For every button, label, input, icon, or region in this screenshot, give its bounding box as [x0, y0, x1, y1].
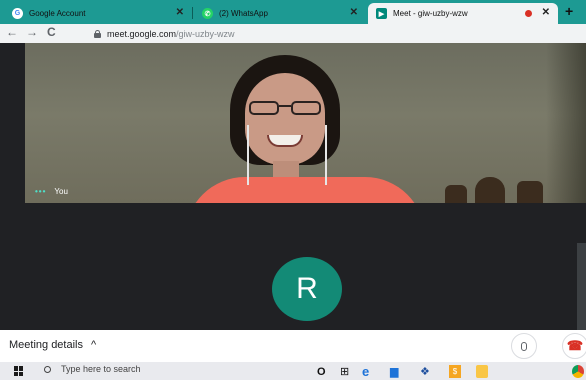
windows-start-icon[interactable]: [14, 366, 24, 376]
tab-google-account[interactable]: G Google Account ✕: [4, 3, 192, 24]
close-tab-icon[interactable]: ✕: [176, 7, 184, 18]
task-view-icon[interactable]: ⊞: [340, 365, 349, 378]
browser-tab-strip: G Google Account ✕ ✆ (2) WhatsApp ✕ ▶ Me…: [0, 0, 586, 24]
new-tab-button[interactable]: +: [565, 3, 573, 19]
url-text: meet.google.com/giw-uzby-wzw: [107, 28, 235, 39]
tab-meet[interactable]: ▶ Meet - giw-uzby-wzw ✕: [368, 3, 558, 24]
close-tab-icon[interactable]: ✕: [542, 7, 550, 18]
self-video-person: [175, 55, 435, 203]
phone-icon: ☎: [566, 338, 584, 353]
meeting-stage: ••• You R: [0, 43, 586, 331]
microphone-icon: [521, 341, 527, 351]
store-icon[interactable]: ▆: [390, 365, 398, 378]
audio-indicator-icon: •••: [35, 187, 47, 196]
recording-indicator-icon: [525, 10, 532, 17]
search-icon: [44, 365, 51, 373]
tab-label: Google Account: [29, 9, 86, 18]
app-icon[interactable]: $: [449, 365, 461, 378]
dropbox-icon[interactable]: ❖: [420, 365, 430, 378]
chrome-icon[interactable]: [572, 365, 584, 378]
lock-icon: [94, 29, 101, 38]
edge-icon[interactable]: e: [362, 364, 369, 379]
microphone-button[interactable]: [511, 333, 537, 359]
windows-taskbar: Type here to search O ⊞ e ▆ ❖ $: [0, 362, 586, 380]
forward-arrow-icon[interactable]: →: [26, 25, 38, 39]
back-arrow-icon[interactable]: ←: [6, 25, 18, 39]
side-panel-edge: [577, 243, 586, 331]
cortana-icon[interactable]: O: [317, 365, 326, 378]
tab-label: Meet - giw-uzby-wzw: [393, 9, 468, 18]
google-favicon-icon: G: [12, 8, 23, 19]
meeting-controls-bar: Meeting details ^ ☎: [0, 330, 586, 362]
taskbar-search-box[interactable]: Type here to search: [44, 364, 141, 374]
glasses: [249, 101, 321, 115]
tab-label: (2) WhatsApp: [219, 9, 268, 18]
meet-favicon-icon: ▶: [376, 8, 387, 19]
self-name-label: ••• You: [35, 187, 68, 196]
tab-whatsapp[interactable]: ✆ (2) WhatsApp ✕: [194, 3, 366, 24]
close-tab-icon[interactable]: ✕: [350, 7, 358, 18]
whatsapp-favicon-icon: ✆: [202, 8, 213, 19]
meeting-details-button[interactable]: Meeting details ^: [9, 339, 96, 351]
participant-avatar: R: [272, 257, 342, 321]
hang-up-button[interactable]: ☎: [562, 333, 586, 359]
reload-icon[interactable]: C: [47, 25, 56, 39]
background-statue: [445, 173, 555, 203]
url-field[interactable]: meet.google.com/giw-uzby-wzw: [88, 26, 578, 41]
chevron-up-icon: ^: [91, 339, 97, 351]
tab-separator: [192, 7, 193, 19]
file-explorer-icon[interactable]: [476, 365, 488, 378]
address-bar: ← → C meet.google.com/giw-uzby-wzw: [0, 24, 586, 43]
self-video-tile[interactable]: ••• You: [25, 43, 586, 203]
